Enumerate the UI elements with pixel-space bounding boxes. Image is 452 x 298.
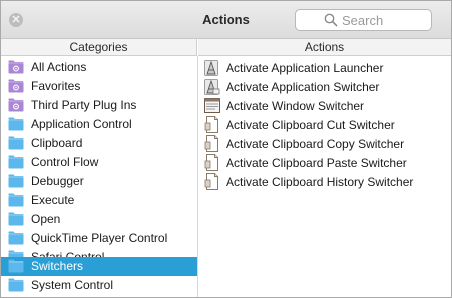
- actions-column-header[interactable]: Actions: [198, 39, 451, 56]
- action-label: Activate Window Switcher: [226, 99, 365, 113]
- category-label: Open: [31, 212, 61, 226]
- folder-icon: [8, 259, 24, 273]
- clipboard-document-icon: [204, 154, 220, 171]
- category-label: QuickTime Player Control: [31, 231, 168, 245]
- app-switcher-icon: [204, 78, 220, 95]
- action-item-activate-application-switcher[interactable]: Activate Application Switcher: [198, 77, 451, 96]
- category-label: Switchers: [31, 259, 84, 273]
- folder-icon: [8, 155, 24, 169]
- close-icon[interactable]: ✕: [9, 13, 23, 27]
- window-switcher-icon: [204, 97, 220, 114]
- clipboard-document-icon: [204, 116, 220, 133]
- action-label: Activate Application Launcher: [226, 61, 384, 75]
- category-item-quicktime-player-control[interactable]: QuickTime Player Control: [1, 229, 197, 248]
- category-item-switchers[interactable]: Switchers: [1, 257, 197, 276]
- action-item-activate-clipboard-cut-switcher[interactable]: Activate Clipboard Cut Switcher: [198, 115, 451, 134]
- search-field[interactable]: [295, 9, 432, 31]
- category-label: Application Control: [31, 117, 132, 131]
- category-item-application-control[interactable]: Application Control: [1, 115, 197, 134]
- clipboard-document-icon: [204, 135, 220, 152]
- action-label: Activate Clipboard History Switcher: [226, 175, 414, 189]
- clipboard-document-icon: [204, 173, 220, 190]
- search-input[interactable]: [342, 12, 427, 29]
- smart-folder-icon: [8, 60, 24, 74]
- actions-window: ✕ Actions Categories Actions All Actions…: [0, 0, 452, 298]
- categories-column-header[interactable]: Categories: [1, 39, 197, 56]
- category-item-clipboard[interactable]: Clipboard: [1, 134, 197, 153]
- action-label: Activate Application Switcher: [226, 80, 380, 94]
- action-item-activate-clipboard-paste-switcher[interactable]: Activate Clipboard Paste Switcher: [198, 153, 451, 172]
- category-label: Favorites: [31, 79, 81, 93]
- folder-icon: [8, 212, 24, 226]
- category-item-favorites[interactable]: Favorites: [1, 77, 197, 96]
- category-label: Execute: [31, 193, 75, 207]
- actions-list[interactable]: Activate Application Launcher Activate Ap…: [198, 57, 451, 297]
- smart-folder-icon: [8, 98, 24, 112]
- category-label: Debugger: [31, 174, 84, 188]
- smart-folder-icon: [8, 79, 24, 93]
- folder-icon: [8, 117, 24, 131]
- category-item-system-control[interactable]: System Control: [1, 276, 197, 295]
- folder-icon: [8, 193, 24, 207]
- app-launcher-icon: [204, 59, 220, 76]
- action-item-activate-clipboard-history-switcher[interactable]: Activate Clipboard History Switcher: [198, 172, 451, 191]
- category-item-all-actions[interactable]: All Actions: [1, 58, 197, 77]
- category-item-third-party-plug-ins[interactable]: Third Party Plug Ins: [1, 96, 197, 115]
- folder-icon: [8, 174, 24, 188]
- category-item-open[interactable]: Open: [1, 210, 197, 229]
- action-label: Activate Clipboard Cut Switcher: [226, 118, 395, 132]
- category-label: Clipboard: [31, 136, 83, 150]
- action-label: Activate Clipboard Copy Switcher: [226, 137, 405, 151]
- action-item-activate-clipboard-copy-switcher[interactable]: Activate Clipboard Copy Switcher: [198, 134, 451, 153]
- title-bar: ✕ Actions: [1, 1, 451, 39]
- category-item-control-flow[interactable]: Control Flow: [1, 153, 197, 172]
- folder-icon: [8, 278, 24, 292]
- category-label: Third Party Plug Ins: [31, 98, 137, 112]
- category-label: All Actions: [31, 60, 87, 74]
- categories-list[interactable]: All Actions Favorites Third Party Plug Ins…: [1, 57, 197, 297]
- category-item-execute[interactable]: Execute: [1, 191, 197, 210]
- folder-icon: [8, 231, 24, 245]
- folder-icon: [8, 136, 24, 150]
- action-label: Activate Clipboard Paste Switcher: [226, 156, 407, 170]
- category-item-debugger[interactable]: Debugger: [1, 172, 197, 191]
- action-item-activate-application-launcher[interactable]: Activate Application Launcher: [198, 58, 451, 77]
- search-icon: [324, 13, 338, 27]
- category-label: System Control: [31, 278, 114, 292]
- action-item-activate-window-switcher[interactable]: Activate Window Switcher: [198, 96, 451, 115]
- category-label: Control Flow: [31, 155, 99, 169]
